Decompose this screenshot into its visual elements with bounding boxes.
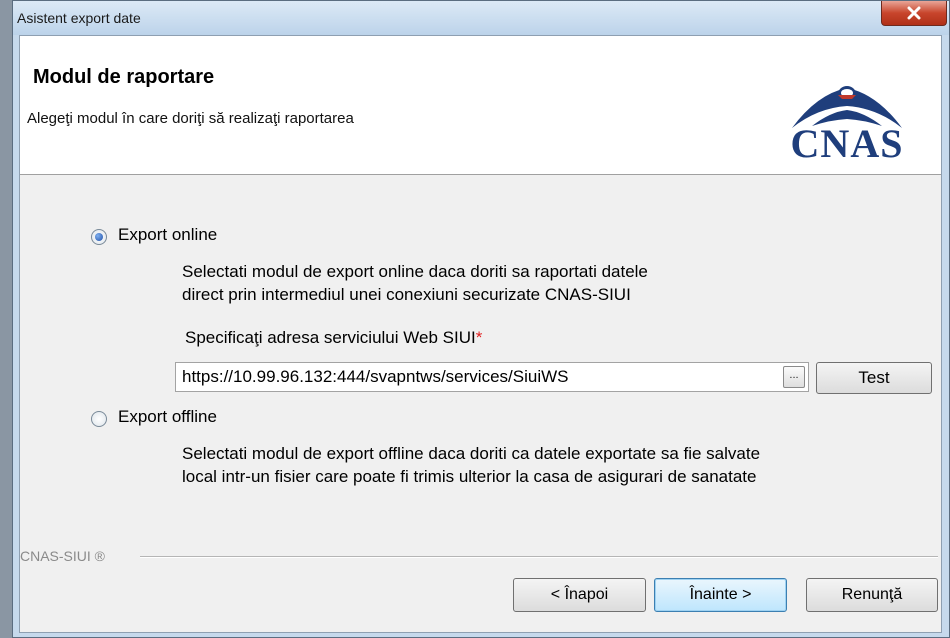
cancel-button[interactable]: Renunţă [806,578,938,612]
browse-button[interactable]: ... [783,366,805,388]
export-offline-label[interactable]: Export offline [118,407,217,427]
wizard-header: Modul de raportare Alegeţi modul în care… [20,36,941,175]
page-subtitle: Alegeţi modul în care doriţi să realizaţ… [27,110,354,127]
export-online-description-1: Selectati modul de export online daca do… [182,262,648,281]
wizard-content: Modul de raportare Alegeţi modul în care… [19,35,942,633]
title-bar[interactable]: Asistent export date [13,1,949,35]
test-button[interactable]: Test [816,362,932,394]
export-online-radio[interactable] [91,229,107,245]
window-title: Asistent export date [17,10,141,26]
webservice-label-text: Specificaţi adresa serviciului Web SIUI [185,328,476,347]
close-button[interactable] [881,1,947,26]
webservice-url-input[interactable] [175,362,809,392]
next-button[interactable]: Înainte > [654,578,787,612]
export-online-description-2: direct prin intermediul unei conexiuni s… [182,285,631,304]
close-icon [907,6,921,20]
export-offline-description-2: local intr-un fisier care poate fi trimi… [182,467,757,486]
footer-brand: CNAS-SIUI ® [20,548,111,564]
export-online-label[interactable]: Export online [118,225,217,245]
wizard-window: Asistent export date Modul de raportare … [12,0,950,638]
back-button[interactable]: < Înapoi [513,578,646,612]
page-title: Modul de raportare [33,66,215,88]
export-offline-description-1: Selectati modul de export offline daca d… [182,444,761,463]
export-offline-radio[interactable] [91,411,107,427]
cnas-logo: CNAS [772,76,922,166]
background-window-edge [0,0,12,638]
footer-separator [140,556,938,558]
webservice-label: Specificaţi adresa serviciului Web SIUI* [185,328,482,348]
logo-text: CNAS [790,121,904,166]
required-marker: * [475,328,483,347]
